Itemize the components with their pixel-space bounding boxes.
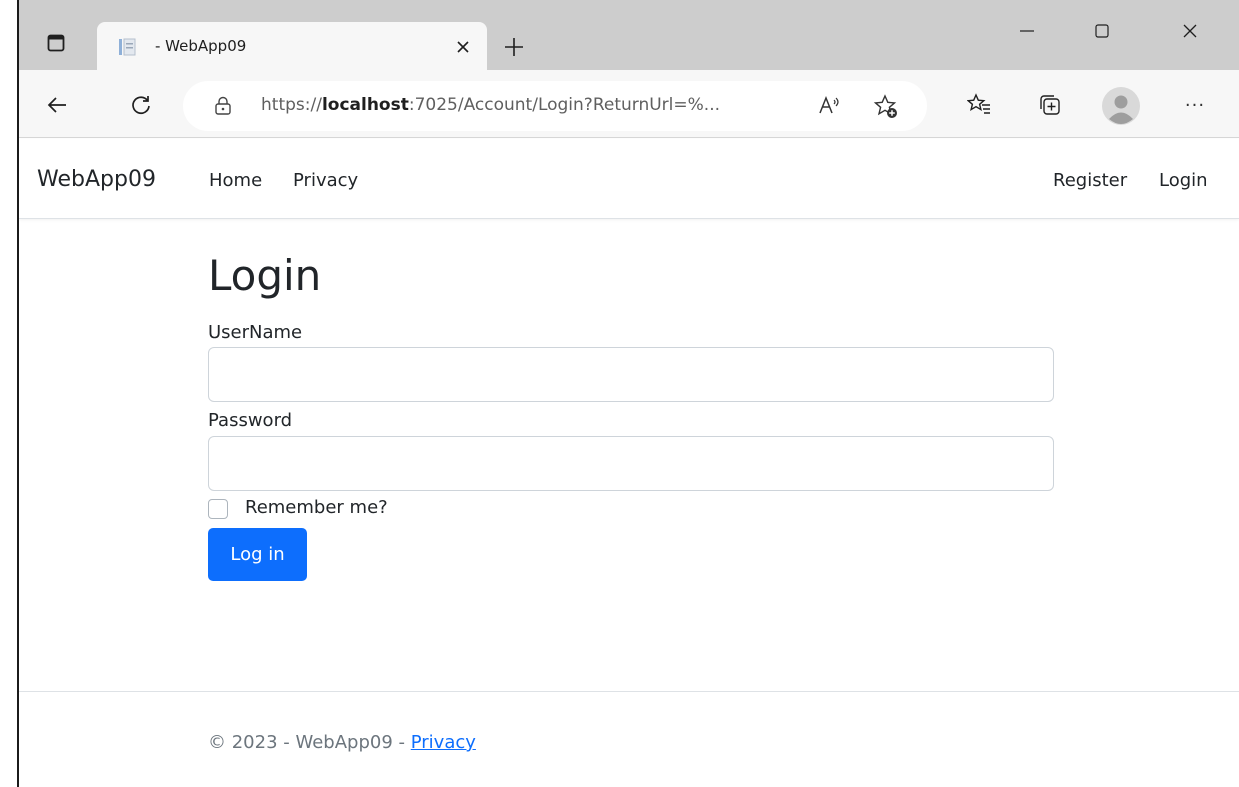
collections-icon (1040, 95, 1060, 115)
footer-copyright-text: © 2023 - WebApp09 - (208, 732, 411, 753)
reload-icon (132, 96, 150, 115)
favorites-icon (967, 93, 990, 114)
url-scheme: https:// (261, 95, 322, 115)
add-favorite-icon (873, 94, 897, 118)
tab-strip: - WebApp09 (19, 0, 1239, 70)
back-arrow-icon (47, 97, 66, 113)
remember-me-label[interactable]: Remember me? (245, 497, 388, 518)
lock-icon (215, 96, 231, 115)
browser-tab-active[interactable]: - WebApp09 (97, 22, 487, 70)
footer-privacy-link[interactable]: Privacy (411, 732, 476, 753)
log-in-button[interactable]: Log in (208, 528, 307, 581)
site-navbar: WebApp09 Home Privacy Register Login (19, 139, 1239, 219)
tab-close-button[interactable] (449, 33, 477, 61)
url-host: localhost (321, 95, 409, 115)
maximize-icon (1095, 24, 1109, 38)
username-label: UserName (208, 322, 303, 343)
page-title: Login (208, 251, 322, 300)
profile-avatar-icon (1102, 87, 1140, 125)
read-aloud-icon (819, 95, 839, 114)
url-text[interactable]: https://localhost:7025/Account/Login?Ret… (261, 95, 720, 115)
site-footer: © 2023 - WebApp09 - Privacy (19, 691, 1239, 787)
nav-register-link[interactable]: Register (1053, 170, 1127, 191)
browser-window: - WebApp09 https://localhost:7025/Accoun… (0, 0, 1239, 787)
collections-button[interactable] (1032, 87, 1068, 123)
password-input[interactable] (208, 436, 1054, 491)
site-brand-link[interactable]: WebApp09 (37, 167, 156, 192)
back-button[interactable] (39, 87, 75, 123)
profile-button[interactable] (1101, 86, 1141, 126)
password-label: Password (208, 410, 293, 431)
web-page: WebApp09 Home Privacy Register Login Log… (19, 139, 1239, 787)
url-path: :7025/Account/Login?ReturnUrl=%... (408, 95, 721, 115)
page-favicon (119, 38, 136, 56)
add-favorite-button[interactable] (873, 94, 899, 120)
read-aloud-button[interactable] (817, 94, 841, 118)
plus-icon (505, 38, 523, 56)
tab-actions-button[interactable] (39, 26, 73, 60)
new-tab-button[interactable] (497, 30, 531, 64)
tab-title: - WebApp09 (155, 37, 247, 55)
minimize-button[interactable] (1004, 14, 1050, 48)
nav-privacy-link[interactable]: Privacy (293, 170, 358, 191)
settings-more-button[interactable]: ··· (1177, 87, 1213, 123)
tab-actions-icon (47, 34, 65, 52)
favorites-button[interactable] (961, 87, 997, 123)
window-close-button[interactable] (1167, 14, 1213, 48)
browser-toolbar: https://localhost:7025/Account/Login?Ret… (19, 70, 1239, 138)
maximize-button[interactable] (1079, 14, 1125, 48)
minimize-icon (1020, 30, 1034, 32)
remember-me-checkbox[interactable] (208, 499, 228, 519)
close-icon (1183, 24, 1197, 38)
window-left-border (17, 0, 19, 787)
address-bar[interactable]: https://localhost:7025/Account/Login?Ret… (183, 81, 927, 131)
nav-login-link[interactable]: Login (1159, 170, 1208, 191)
reload-button[interactable] (123, 87, 159, 123)
footer-copyright: © 2023 - WebApp09 - Privacy (208, 732, 476, 753)
close-icon (457, 41, 469, 53)
username-input[interactable] (208, 347, 1054, 402)
nav-home-link[interactable]: Home (209, 170, 262, 191)
